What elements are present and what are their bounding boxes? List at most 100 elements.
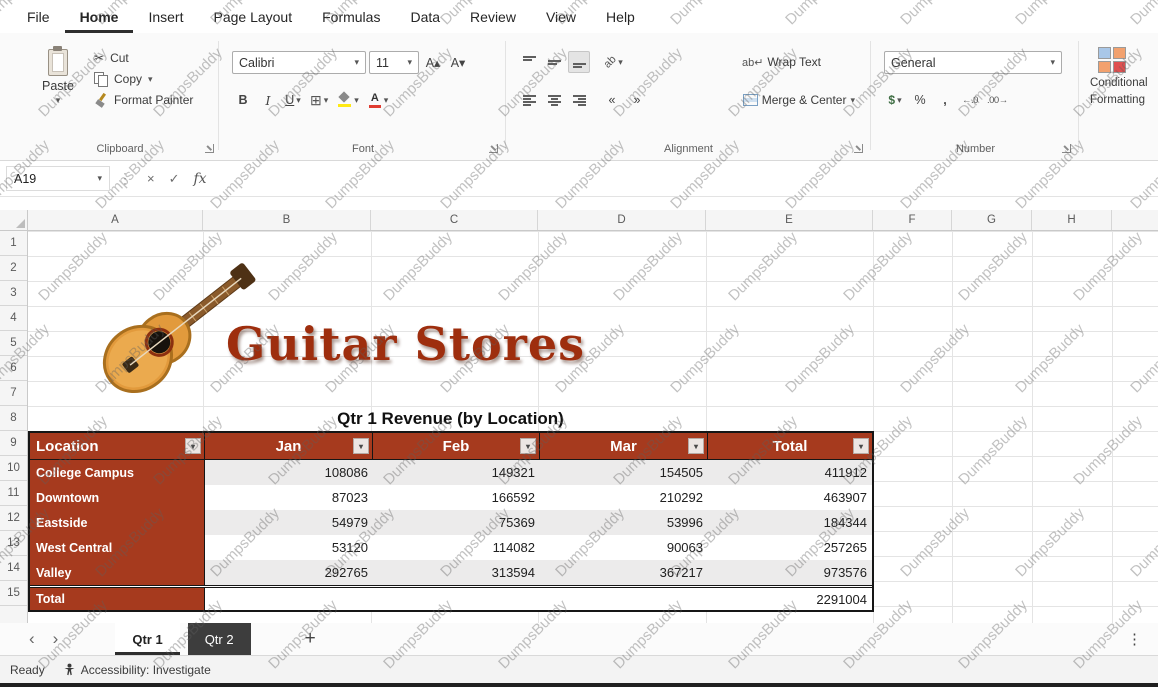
row-header-11[interactable]: 11 — [0, 481, 27, 506]
format-painter-button[interactable]: Format Painter — [94, 93, 193, 107]
value-cell[interactable]: 114082 — [373, 535, 540, 560]
header-cell-jan[interactable]: Jan ▾ — [205, 433, 373, 459]
decrease-indent-button[interactable]: « — [601, 89, 623, 111]
value-cell[interactable] — [540, 588, 708, 610]
alignment-dialog-launcher-icon[interactable] — [854, 144, 863, 153]
align-top-button[interactable] — [518, 51, 540, 73]
italic-button[interactable]: I — [257, 89, 279, 111]
copy-button[interactable]: Copy ▾ — [94, 72, 193, 86]
tab-file[interactable]: File — [12, 0, 65, 33]
value-cell[interactable]: 53120 — [205, 535, 373, 560]
total-label-cell[interactable]: Total — [30, 588, 205, 610]
row-header-3[interactable]: 3 — [0, 281, 27, 306]
tab-help[interactable]: Help — [591, 0, 650, 33]
table-title[interactable]: Qtr 1 Revenue (by Location) — [28, 407, 873, 431]
row-header-1[interactable]: 1 — [0, 231, 27, 256]
column-header-c[interactable]: C — [371, 210, 538, 230]
value-cell[interactable]: 367217 — [540, 560, 708, 585]
location-cell[interactable]: College Campus — [30, 460, 205, 485]
tab-page-layout[interactable]: Page Layout — [198, 0, 307, 33]
value-cell[interactable]: 292765 — [205, 560, 373, 585]
total-filter-button[interactable]: ▾ — [853, 438, 869, 454]
column-header-h[interactable]: H — [1032, 210, 1112, 230]
decrease-decimal-button[interactable]: .00→ — [984, 89, 1011, 111]
row-header-6[interactable]: 6 — [0, 356, 27, 381]
insert-function-button[interactable]: fx — [187, 171, 214, 187]
header-cell-total[interactable]: Total ▾ — [708, 433, 872, 459]
value-cell[interactable]: 149321 — [373, 460, 540, 485]
sheet-tab-qtr2[interactable]: Qtr 2 — [188, 623, 251, 655]
row-header-7[interactable]: 7 — [0, 381, 27, 406]
tab-strip-more-icon[interactable]: ⋮ — [1127, 630, 1142, 648]
column-header-partial[interactable] — [1112, 210, 1158, 230]
location-cell[interactable]: Valley — [30, 560, 205, 585]
row-header-4[interactable]: 4 — [0, 306, 27, 331]
name-box[interactable]: A19 ▾ — [6, 166, 110, 191]
paste-button[interactable]: Paste ▾ — [32, 49, 84, 105]
value-cell[interactable]: 411912 — [708, 460, 872, 485]
add-sheet-button[interactable]: + — [305, 628, 316, 650]
cells-grid[interactable]: Guitar Stores Qtr 1 Revenue (by Location… — [28, 231, 1158, 623]
column-header-d[interactable]: D — [538, 210, 706, 230]
bold-button[interactable]: B — [232, 89, 254, 111]
value-cell[interactable]: 53996 — [540, 510, 708, 535]
font-name-select[interactable]: Calibri ▾ — [232, 51, 366, 74]
align-bottom-button[interactable] — [568, 51, 590, 73]
column-header-a[interactable]: A — [28, 210, 203, 230]
column-header-e[interactable]: E — [706, 210, 873, 230]
fill-color-button[interactable]: ▾ — [334, 89, 362, 111]
row-header-8[interactable]: 8 — [0, 406, 27, 431]
value-cell[interactable]: 210292 — [540, 485, 708, 510]
location-cell[interactable]: Eastside — [30, 510, 205, 535]
number-format-select[interactable]: General ▾ — [884, 51, 1062, 74]
column-header-b[interactable]: B — [203, 210, 371, 230]
value-cell[interactable]: 166592 — [373, 485, 540, 510]
value-cell[interactable]: 313594 — [373, 560, 540, 585]
header-cell-feb[interactable]: Feb ▾ — [373, 433, 540, 459]
increase-font-size-button[interactable]: A▴ — [422, 52, 444, 74]
orientation-button[interactable]: ab ▾ — [601, 51, 626, 73]
tab-view[interactable]: View — [531, 0, 591, 33]
decrease-font-size-button[interactable]: A▾ — [447, 52, 469, 74]
sheet-nav-left-icon[interactable]: ‹ — [24, 629, 40, 649]
borders-button[interactable]: ⊞ ▾ — [307, 89, 331, 111]
row-header-14[interactable]: 14 — [0, 556, 27, 581]
tab-home[interactable]: Home — [65, 0, 134, 33]
value-cell[interactable]: 90063 — [540, 535, 708, 560]
row-header-9[interactable]: 9 — [0, 431, 27, 456]
sheet-tab-qtr1[interactable]: Qtr 1 — [115, 623, 179, 655]
tab-insert[interactable]: Insert — [133, 0, 198, 33]
align-left-button[interactable] — [518, 89, 540, 111]
row-header-5[interactable]: 5 — [0, 331, 27, 356]
number-dialog-launcher-icon[interactable] — [1062, 144, 1071, 153]
select-all-button[interactable] — [0, 210, 28, 231]
font-size-select[interactable]: 11 ▾ — [369, 51, 419, 74]
value-cell[interactable]: 154505 — [540, 460, 708, 485]
increase-indent-button[interactable]: » — [626, 89, 648, 111]
percent-style-button[interactable]: % — [909, 89, 931, 111]
cancel-button[interactable]: × — [140, 171, 162, 186]
enter-button[interactable]: ✓ — [162, 171, 187, 187]
tab-data[interactable]: Data — [395, 0, 455, 33]
mar-filter-button[interactable]: ▾ — [688, 438, 704, 454]
logo-text[interactable]: Guitar Stores — [226, 317, 585, 371]
location-cell[interactable]: West Central — [30, 535, 205, 560]
feb-filter-button[interactable]: ▾ — [520, 438, 536, 454]
location-filter-button[interactable]: ▾ — [185, 438, 201, 454]
value-cell[interactable] — [373, 588, 540, 610]
value-cell[interactable]: 184344 — [708, 510, 872, 535]
value-cell[interactable]: 463907 — [708, 485, 872, 510]
clipboard-dialog-launcher-icon[interactable] — [205, 144, 214, 153]
value-cell[interactable]: 87023 — [205, 485, 373, 510]
row-header-12[interactable]: 12 — [0, 506, 27, 531]
row-header-10[interactable]: 10 — [0, 456, 27, 481]
tab-review[interactable]: Review — [455, 0, 531, 33]
header-cell-location[interactable]: Location ▾ — [30, 433, 205, 459]
font-dialog-launcher-icon[interactable] — [489, 144, 498, 153]
value-cell[interactable]: 54979 — [205, 510, 373, 535]
align-right-button[interactable] — [568, 89, 590, 111]
tab-formulas[interactable]: Formulas — [307, 0, 395, 33]
accounting-format-button[interactable]: $ ▾ — [884, 89, 906, 111]
value-cell[interactable]: 257265 — [708, 535, 872, 560]
merge-center-button[interactable]: Merge & Center ▾ — [743, 89, 855, 111]
